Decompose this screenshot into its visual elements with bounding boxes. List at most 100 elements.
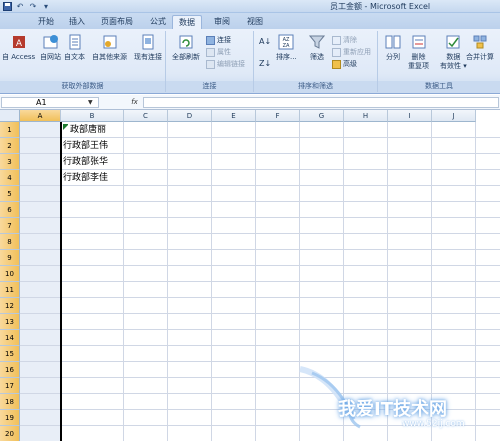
tab-page-layout[interactable]: 页面布局 [97, 15, 137, 29]
row-header-4[interactable]: 4 [0, 170, 20, 186]
tab-home[interactable]: 开始 [34, 15, 58, 29]
access-icon: A [10, 33, 28, 51]
save-icon[interactable] [2, 1, 12, 11]
clear-filter-button[interactable]: 清除 [332, 35, 357, 45]
tab-data[interactable]: 数据 [172, 15, 202, 29]
name-box[interactable]: A1 [1, 97, 99, 108]
data-validation-icon [444, 33, 462, 51]
tab-insert[interactable]: 插入 [65, 15, 89, 29]
web-icon [42, 33, 60, 51]
worksheet-grid[interactable]: A B C D E F G H I J 1 2 3 4 5 6 7 8 9 10 11 12 13 14 15 16 17 18 19 2… [0, 110, 500, 441]
row-header-2[interactable]: 2 [0, 138, 20, 154]
cell-b3[interactable]: 行政部张华 [63, 154, 108, 170]
error-indicator-icon [63, 124, 69, 130]
gridline-horizontal [20, 249, 500, 250]
column-header-f[interactable]: F [256, 110, 300, 122]
sort-descending-button[interactable]: Z↓ [259, 59, 271, 68]
sort-ascending-button[interactable]: A↓ [259, 37, 271, 46]
ribbon: A 自 Access 自网站 自文本 自其他来源 现有连接 获取外部数据 全部刷… [0, 29, 500, 94]
row-header-20[interactable]: 20 [0, 426, 20, 441]
column-header-j[interactable]: J [432, 110, 476, 122]
connections-icon [206, 35, 215, 45]
column-header-i[interactable]: I [388, 110, 432, 122]
row-header-3[interactable]: 3 [0, 154, 20, 170]
reapply-button[interactable]: 重新应用 [332, 47, 371, 57]
remove-duplicates-button[interactable]: 删除 重复项 [408, 33, 429, 71]
title-bar: ↶ ↷ ▾ 员工金额 - Microsoft Excel [0, 0, 500, 13]
from-web-button[interactable]: 自网站 [40, 33, 61, 62]
column-header-d[interactable]: D [168, 110, 212, 122]
row-header-16[interactable]: 16 [0, 362, 20, 378]
row-header-10[interactable]: 10 [0, 266, 20, 282]
gridline-horizontal [20, 329, 500, 330]
advanced-filter-button[interactable]: 高级 [332, 59, 357, 69]
text-to-columns-button[interactable]: 分列 [384, 33, 402, 62]
refresh-all-button[interactable]: 全部刷新 [172, 33, 200, 62]
existing-connections-icon [139, 33, 157, 51]
row-header-11[interactable]: 11 [0, 282, 20, 298]
from-text-button[interactable]: 自文本 [64, 33, 85, 62]
redo-icon[interactable]: ↷ [28, 1, 38, 11]
properties-button[interactable]: 属性 [206, 47, 231, 57]
ribbon-tab-bar: 开始 插入 页面布局 公式 数据 审阅 视图 [0, 13, 500, 29]
column-header-g[interactable]: G [300, 110, 344, 122]
data-validation-button[interactable]: 数据 有效性 ▾ [440, 33, 467, 71]
filter-button[interactable]: 筛选 [308, 33, 326, 62]
text-to-columns-icon [384, 33, 402, 51]
gridline-horizontal [20, 233, 500, 234]
sort-button[interactable]: AZ ZA 排序... [276, 33, 297, 62]
gridline-horizontal [20, 297, 500, 298]
row-header-9[interactable]: 9 [0, 250, 20, 266]
formula-bar: A1 ▼ fx [0, 95, 500, 110]
edit-links-icon [206, 59, 215, 69]
row-header-13[interactable]: 13 [0, 314, 20, 330]
group-label-external-data: 获取外部数据 [0, 81, 165, 92]
gridline-horizontal [20, 409, 500, 410]
cell-b4[interactable]: 行政部李佳 [63, 170, 108, 186]
tab-formulas[interactable]: 公式 [146, 15, 170, 29]
column-header-h[interactable]: H [344, 110, 388, 122]
connections-button[interactable]: 连接 [206, 35, 231, 45]
row-header-18[interactable]: 18 [0, 394, 20, 410]
tab-review[interactable]: 审阅 [210, 15, 234, 29]
select-all-corner[interactable] [0, 110, 20, 122]
group-data-tools: 分列 删除 重复项 数据 有效性 ▾ 合并计算 数据工具 [378, 31, 500, 92]
advanced-filter-icon [332, 59, 341, 69]
row-header-8[interactable]: 8 [0, 234, 20, 250]
column-header-a[interactable]: A [20, 110, 61, 122]
column-header-e[interactable]: E [212, 110, 256, 122]
gridline-horizontal [20, 393, 500, 394]
tab-view[interactable]: 视图 [243, 15, 267, 29]
clear-filter-icon [332, 35, 341, 45]
sort-dialog-icon: AZ ZA [277, 33, 295, 51]
row-header-6[interactable]: 6 [0, 202, 20, 218]
cell-b2[interactable]: 行政部王伟 [63, 138, 108, 154]
group-label-data-tools: 数据工具 [378, 81, 500, 92]
insert-function-icon[interactable]: fx [128, 97, 141, 108]
row-header-15[interactable]: 15 [0, 346, 20, 362]
column-header-b[interactable]: B [61, 110, 124, 122]
row-header-7[interactable]: 7 [0, 218, 20, 234]
text-file-icon [66, 33, 84, 51]
gridline-horizontal [20, 377, 500, 378]
row-header-12[interactable]: 12 [0, 298, 20, 314]
row-header-17[interactable]: 17 [0, 378, 20, 394]
from-other-sources-button[interactable]: 自其他来源 [92, 33, 127, 62]
row-header-19[interactable]: 19 [0, 410, 20, 426]
customize-qat-icon[interactable]: ▾ [41, 1, 51, 11]
cell-b1[interactable]: 政部唐丽 [63, 122, 106, 138]
group-connections: 全部刷新 连接 属性 编辑链接 连接 [166, 31, 254, 92]
gridline-horizontal [20, 201, 500, 202]
consolidate-button[interactable]: 合并计算 [466, 33, 494, 62]
name-box-dropdown-icon[interactable]: ▼ [88, 99, 93, 106]
existing-connections-button[interactable]: 现有连接 [134, 33, 162, 62]
from-access-button[interactable]: A 自 Access [2, 33, 35, 62]
edit-links-button[interactable]: 编辑链接 [206, 59, 245, 69]
formula-input[interactable] [143, 97, 499, 108]
undo-icon[interactable]: ↶ [15, 1, 25, 11]
column-header-c[interactable]: C [124, 110, 168, 122]
row-header-14[interactable]: 14 [0, 330, 20, 346]
row-header-5[interactable]: 5 [0, 186, 20, 202]
group-label-connections: 连接 [166, 81, 253, 92]
row-header-1[interactable]: 1 [0, 122, 20, 138]
